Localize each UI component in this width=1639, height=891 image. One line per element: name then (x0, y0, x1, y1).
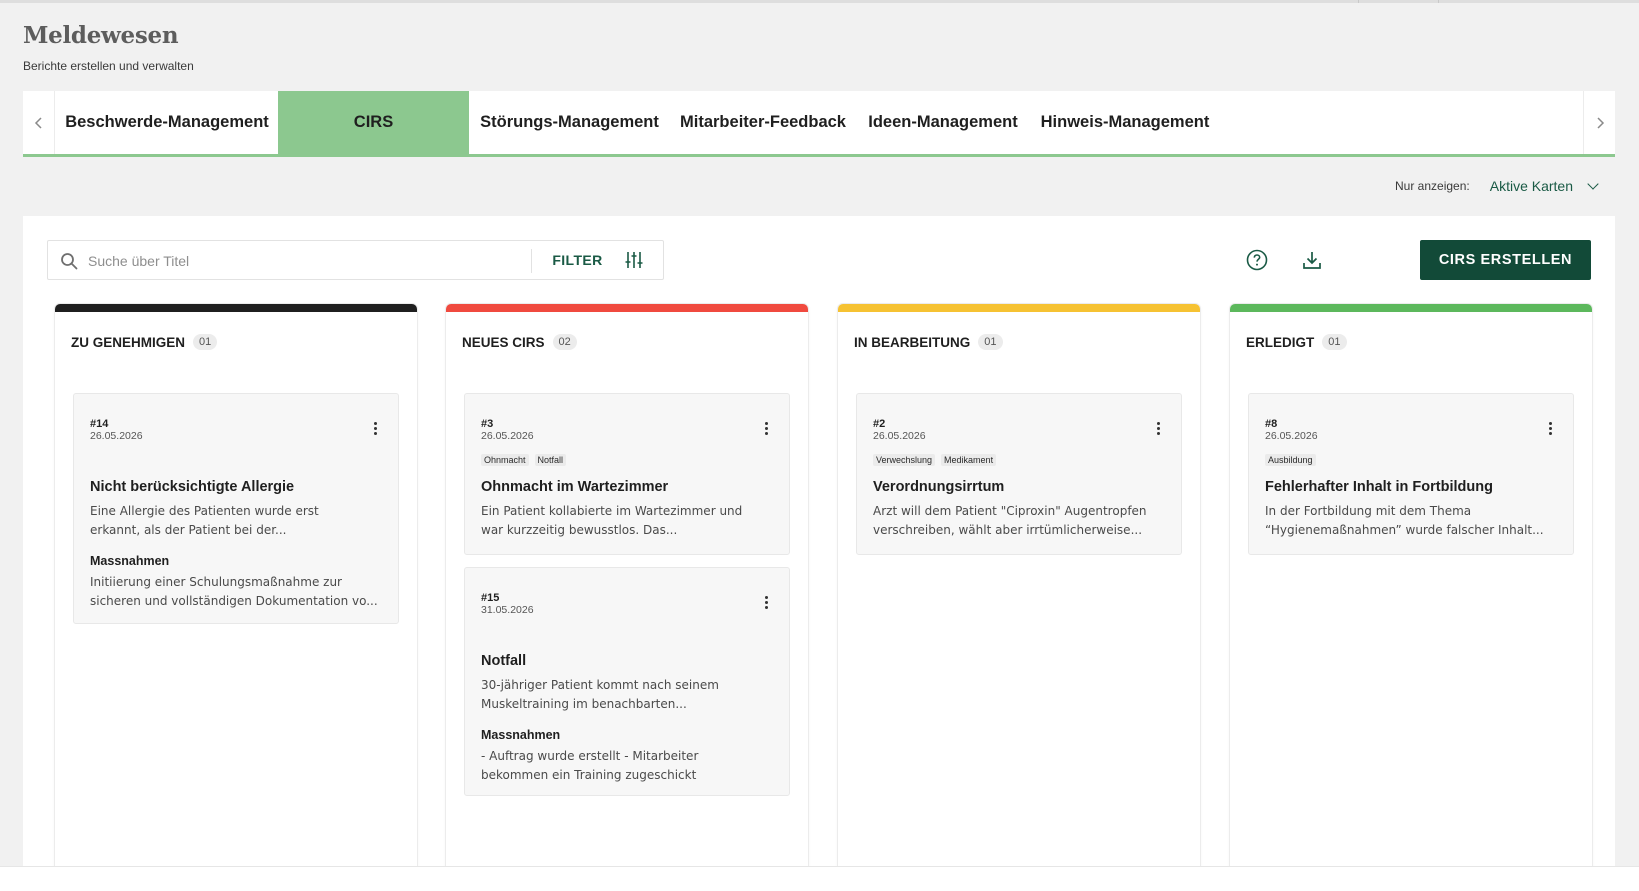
module-tabs: Beschwerde-Management CIRS Störungs-Mana… (23, 91, 1615, 157)
tag: Ausbildung (1265, 454, 1316, 466)
tag: Verwechslung (873, 454, 936, 466)
tab-cirs[interactable]: CIRS (278, 91, 469, 154)
tab-beschwerde-management[interactable]: Beschwerde-Management (56, 91, 278, 154)
download-icon (1303, 252, 1321, 269)
card-description: Ein Patient kollabierte im Wartezimmer u… (481, 504, 743, 537)
download-button[interactable] (1300, 248, 1324, 272)
status-bar (1230, 304, 1592, 312)
sliders-icon (625, 252, 643, 268)
column-count-badge: 01 (193, 334, 218, 350)
card-measures: - Auftrag wurde erstellt - Mitarbeiter b… (481, 749, 699, 782)
chevron-right-icon (1596, 116, 1604, 129)
tag: Ohnmacht (481, 454, 529, 466)
card-id: #3 (481, 418, 494, 430)
card-title: Verordnungsirrtum (873, 479, 1005, 495)
tag: Notfall (534, 454, 567, 466)
status-bar (55, 304, 417, 312)
more-vertical-icon[interactable] (1153, 422, 1163, 438)
search-input[interactable] (88, 249, 528, 273)
tab-stoerungs-management[interactable]: Störungs-Management (469, 91, 670, 154)
more-vertical-icon[interactable] (1545, 422, 1555, 438)
top-separator (1358, 0, 1359, 3)
create-cirs-button[interactable]: CIRS ERSTELLEN (1420, 240, 1591, 280)
more-vertical-icon[interactable] (761, 596, 771, 612)
tab-ideen-management[interactable]: Ideen-Management (856, 91, 1030, 154)
column-erledigt: ERLEDIGT 01 #8 26.05.2026 Ausbildung Feh… (1230, 304, 1592, 866)
report-card[interactable]: #14 26.05.2026 Nicht berücksichtigte All… (73, 393, 399, 624)
card-description: In der Fortbildung mit dem Thema “Hygien… (1265, 504, 1544, 537)
top-border (0, 0, 1639, 3)
search-icon (61, 253, 78, 270)
column-title: ERLEDIGT (1246, 334, 1315, 350)
column-header: IN BEARBEITUNG 01 (854, 334, 1003, 350)
status-bar (838, 304, 1200, 312)
tab-mitarbeiter-feedback[interactable]: Mitarbeiter-Feedback (670, 91, 856, 154)
card-id: #14 (90, 418, 109, 430)
status-bar (446, 304, 808, 312)
card-id: #8 (1265, 418, 1278, 430)
column-header: NEUES CIRS 02 (462, 334, 577, 350)
tab-hinweis-management[interactable]: Hinweis-Management (1030, 91, 1220, 154)
card-tags: Verwechslung Medikament (873, 454, 997, 466)
search-bar: FILTER (47, 240, 664, 280)
column-in-bearbeitung: IN BEARBEITUNG 01 #2 26.05.2026 Verwechs… (838, 304, 1200, 866)
card-description: Arzt will dem Patient "Ciproxin" Augentr… (873, 504, 1147, 537)
report-card[interactable]: #3 26.05.2026 Ohnmacht Notfall Ohnmacht … (464, 393, 790, 555)
bottom-strip (0, 866, 1639, 891)
column-zu-genehmigen: ZU GENEHMIGEN 01 #14 26.05.2026 Nicht be… (55, 304, 417, 866)
card-id: #15 (481, 592, 500, 604)
column-neues-cirs: NEUES CIRS 02 #3 26.05.2026 Ohnmacht Not… (446, 304, 808, 866)
report-card[interactable]: #2 26.05.2026 Verwechslung Medikament Ve… (856, 393, 1182, 555)
page-title: Meldewesen (23, 22, 179, 49)
column-title: ZU GENEHMIGEN (71, 334, 186, 350)
card-measures: Initiierung einer Schulungsmaßnahme zur … (90, 575, 378, 608)
card-description: Eine Allergie des Patienten wurde erst e… (90, 504, 319, 537)
card-description: 30-jähriger Patient kommt nach seinem Mu… (481, 678, 719, 711)
column-count-badge: 01 (978, 334, 1003, 350)
page-subtitle: Berichte erstellen und verwalten (23, 59, 194, 73)
chevron-down-icon[interactable] (1587, 177, 1599, 190)
filter-label: FILTER (552, 252, 603, 268)
column-header: ZU GENEHMIGEN 01 (71, 334, 218, 350)
card-date: 26.05.2026 (873, 430, 926, 442)
card-tags: Ohnmacht Notfall (481, 454, 567, 466)
column-count-badge: 02 (552, 334, 577, 350)
card-tags: Ausbildung (1265, 454, 1316, 466)
top-separator (1438, 0, 1439, 3)
card-date: 26.05.2026 (481, 430, 534, 442)
view-filter-select[interactable]: Aktive Karten (1490, 178, 1573, 194)
column-header: ERLEDIGT 01 (1246, 334, 1347, 350)
card-title: Notfall (481, 653, 527, 669)
report-card[interactable]: #15 31.05.2026 Notfall 30-jähriger Patie… (464, 567, 790, 796)
card-title: Nicht berücksichtigte Allergie (90, 479, 295, 495)
report-card[interactable]: #8 26.05.2026 Ausbildung Fehlerhafter In… (1248, 393, 1574, 555)
board-panel: FILTER CIRS ERSTELLEN ZU GENEHMIGEN 01 #… (23, 216, 1615, 866)
help-button[interactable] (1245, 248, 1269, 272)
card-title: Fehlerhafter Inhalt in Fortbildung (1265, 479, 1493, 495)
chevron-left-icon (34, 116, 42, 129)
view-filter: Nur anzeigen: Aktive Karten (1395, 177, 1599, 194)
card-date: 26.05.2026 (90, 430, 143, 442)
more-vertical-icon[interactable] (761, 422, 771, 438)
card-title: Ohnmacht im Wartezimmer (481, 479, 669, 495)
column-count-badge: 01 (1322, 334, 1347, 350)
card-date: 31.05.2026 (481, 604, 534, 616)
card-date: 26.05.2026 (1265, 430, 1318, 442)
tabs-scroll-right-button[interactable] (1583, 91, 1615, 154)
card-measures-label: Massnahmen (90, 554, 170, 568)
view-filter-label: Nur anzeigen: (1395, 179, 1470, 193)
column-title: NEUES CIRS (462, 334, 545, 350)
card-id: #2 (873, 418, 886, 430)
tag: Medikament (941, 454, 997, 466)
tabs-scroll-left-button[interactable] (23, 91, 55, 154)
column-title: IN BEARBEITUNG (854, 334, 971, 350)
filter-button[interactable]: FILTER (532, 241, 663, 279)
card-measures-label: Massnahmen (481, 728, 561, 742)
help-icon (1246, 249, 1268, 271)
more-vertical-icon[interactable] (370, 422, 380, 438)
